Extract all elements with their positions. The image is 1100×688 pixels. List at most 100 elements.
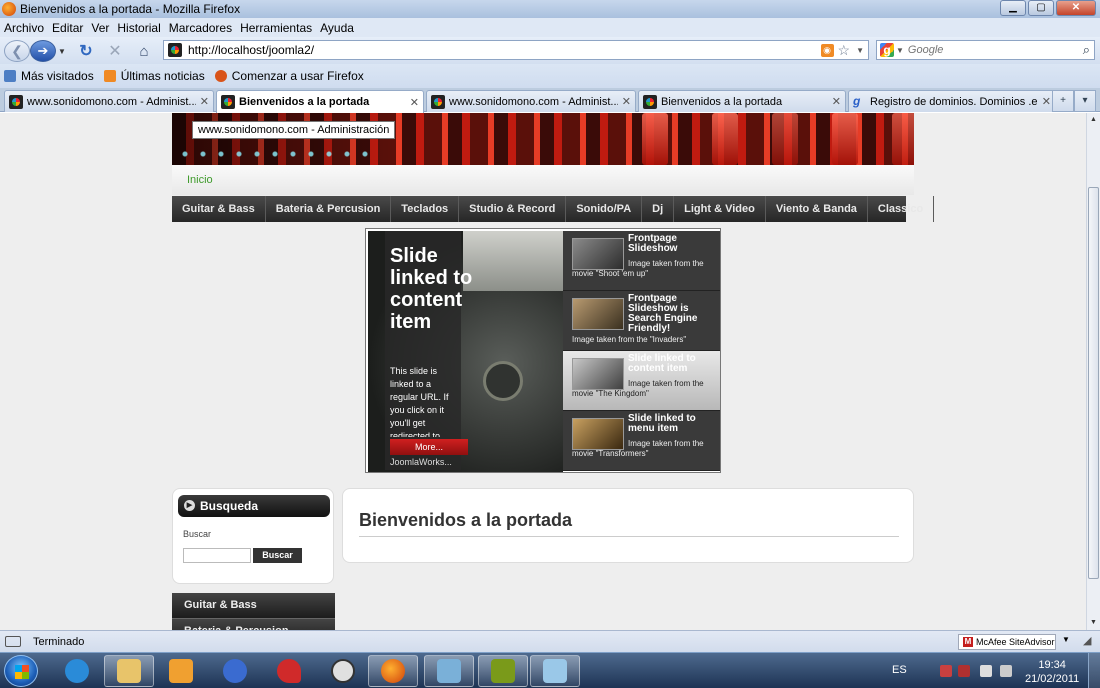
side-menu-guitar-bass[interactable]: Guitar & Bass [172, 593, 335, 619]
title-divider [359, 536, 899, 537]
network-icon[interactable] [980, 665, 992, 677]
search-bar[interactable]: g ▼ ⌕ [876, 40, 1095, 60]
content-area: Bienvenidos a la portada [342, 488, 914, 563]
tab-tooltip: www.sonidomono.com - Administración [192, 121, 396, 139]
menu-teclados[interactable]: Teclados [391, 196, 460, 222]
messenger-icon[interactable] [210, 655, 260, 687]
tab-1[interactable]: www.sonidomono.com - Administ... ✕ [4, 90, 214, 112]
maximize-button[interactable]: ▢ [1028, 0, 1054, 16]
menu-sonido-pa[interactable]: Sonido/PA [566, 196, 643, 222]
resize-grip-icon[interactable]: ◢ [1083, 634, 1091, 647]
mcafee-siteadvisor-button[interactable]: M McAfee SiteAdvisor [958, 634, 1056, 650]
menu-light-video[interactable]: Light & Video [674, 196, 766, 222]
bookmark-ultimas-noticias[interactable]: Últimas noticias [103, 69, 205, 83]
google-icon[interactable]: g [880, 43, 894, 57]
vertical-scrollbar[interactable]: ▲ ▼ [1086, 113, 1100, 630]
search-input[interactable] [907, 44, 1083, 56]
scroll-up-icon[interactable]: ▲ [1087, 113, 1100, 127]
site-search-input[interactable] [183, 548, 251, 563]
site-search-button[interactable]: Buscar [253, 548, 302, 563]
rss-icon[interactable]: ◉ [820, 43, 834, 57]
joomla-icon [643, 94, 657, 109]
stop-button[interactable]: ✕ [106, 40, 124, 62]
side-menu-bateria-percusion[interactable]: Bateria & Percusion [172, 619, 335, 630]
page-viewport: www.sonidomono.com - Administración Inic… [0, 113, 1086, 630]
engine-dropdown-icon[interactable]: ▼ [896, 46, 904, 55]
joomla-icon [221, 95, 235, 109]
tab-5[interactable]: g Registro de dominios. Dominios .e... ✕ [848, 90, 1056, 112]
menu-archivo[interactable]: Archivo [4, 21, 44, 35]
slide-nav-item[interactable]: Slide linked to menu item Image taken fr… [563, 411, 720, 471]
media-player-icon[interactable] [156, 655, 206, 687]
close-tab-icon[interactable]: ✕ [622, 95, 631, 108]
more-button[interactable]: More... [390, 439, 468, 455]
clock[interactable]: 19:34 21/02/2011 [1025, 658, 1079, 686]
pin-icon[interactable] [264, 655, 314, 687]
search-module-header: ▶ Busqueda [178, 495, 330, 517]
bookmark-star-icon[interactable]: ☆ [838, 42, 851, 59]
menu-studio-record[interactable]: Studio & Record [459, 196, 567, 222]
tab-list-button[interactable]: ▾ [1074, 90, 1096, 112]
back-button[interactable]: ❮ [4, 40, 30, 62]
close-tab-icon[interactable]: ✕ [832, 95, 841, 108]
slide-thumbnail [572, 298, 624, 330]
slide-nav-item[interactable]: Frontpage Slideshow is Search Engine Fri… [563, 291, 720, 351]
menu-guitar-bass[interactable]: Guitar & Bass [172, 196, 266, 222]
clock-app-icon[interactable] [318, 655, 368, 687]
slide-nav-item[interactable]: Slide linked to content item Image taken… [563, 351, 720, 411]
magnifier-icon[interactable]: ⌕ [1083, 42, 1090, 58]
forward-button[interactable]: ➔ [30, 40, 56, 62]
home-button[interactable]: ⌂ [134, 40, 154, 62]
internet-explorer-icon[interactable] [52, 655, 102, 687]
history-dropdown-icon[interactable]: ▼ [56, 40, 68, 62]
menu-viento-banda[interactable]: Viento & Banda [766, 196, 868, 222]
menu-classico[interactable]: Classico [868, 196, 935, 222]
close-tab-icon[interactable]: ✕ [200, 95, 209, 108]
bookmark-comenzar-firefox[interactable]: Comenzar a usar Firefox [214, 69, 364, 83]
scroll-thumb[interactable] [1088, 187, 1099, 579]
tab-bar: www.sonidomono.com - Administ... ✕ Bienve… [0, 88, 1100, 113]
close-window-button[interactable]: ✕ [1056, 0, 1096, 16]
menu-dj[interactable]: Dj [642, 196, 675, 222]
slide-byline: JoomlaWorks... [390, 457, 452, 467]
menu-ayuda[interactable]: Ayuda [320, 21, 354, 35]
show-desktop-button[interactable] [1088, 653, 1100, 688]
menu-marcadores[interactable]: Marcadores [169, 21, 232, 35]
volume-icon[interactable] [1000, 665, 1012, 677]
minimize-button[interactable]: ▁ [1000, 0, 1026, 16]
mcafee-tray-icon[interactable] [958, 665, 970, 677]
url-dropdown-icon[interactable]: ▼ [856, 46, 864, 55]
menu-ver[interactable]: Ver [91, 21, 109, 35]
bookmark-mas-visitados[interactable]: Más visitados [4, 69, 94, 83]
menu-editar[interactable]: Editar [52, 21, 83, 35]
menu-herramientas[interactable]: Herramientas [240, 21, 312, 35]
start-button[interactable] [4, 655, 38, 687]
close-tab-icon[interactable]: ✕ [1042, 95, 1051, 108]
firefox-icon [214, 70, 227, 82]
menu-historial[interactable]: Historial [117, 21, 160, 35]
slide-navigation-list: Frontpage Slideshow Image taken from the… [563, 231, 720, 472]
tab-3[interactable]: www.sonidomono.com - Administ... ✕ [426, 90, 636, 112]
close-tab-icon[interactable]: ✕ [410, 96, 419, 109]
reload-button[interactable]: ↻ [76, 40, 96, 62]
url-bar[interactable]: http://localhost/joomla2/ ◉ ☆ ▼ [163, 40, 869, 60]
dreamweaver-icon[interactable] [478, 655, 528, 687]
tab-2[interactable]: Bienvenidos a la portada ✕ [216, 90, 424, 113]
flag-icon[interactable] [940, 665, 952, 677]
status-bar: Terminado M McAfee SiteAdvisor ▼ ◢ [0, 630, 1100, 652]
url-text[interactable]: http://localhost/joomla2/ [188, 43, 821, 57]
contacts-icon[interactable] [424, 655, 474, 687]
menu-bateria-percusion[interactable]: Bateria & Percusion [266, 196, 392, 222]
firefox-icon[interactable] [368, 655, 418, 687]
new-tab-button[interactable]: + [1052, 90, 1074, 112]
explorer-folder-icon[interactable] [104, 655, 154, 687]
main-menu: Guitar & Bass Bateria & Percusion Teclad… [172, 196, 935, 222]
scroll-down-icon[interactable]: ▼ [1087, 616, 1100, 630]
joomla-icon [9, 94, 23, 109]
addon-dropdown-icon[interactable]: ▼ [1062, 635, 1070, 644]
slide-nav-item[interactable]: Frontpage Slideshow Image taken from the… [563, 231, 720, 291]
language-indicator[interactable]: ES [892, 664, 907, 676]
breadcrumb-inicio[interactable]: Inicio [187, 174, 213, 186]
notepad-icon[interactable] [530, 655, 580, 687]
tab-4[interactable]: Bienvenidos a la portada ✕ [638, 90, 846, 112]
